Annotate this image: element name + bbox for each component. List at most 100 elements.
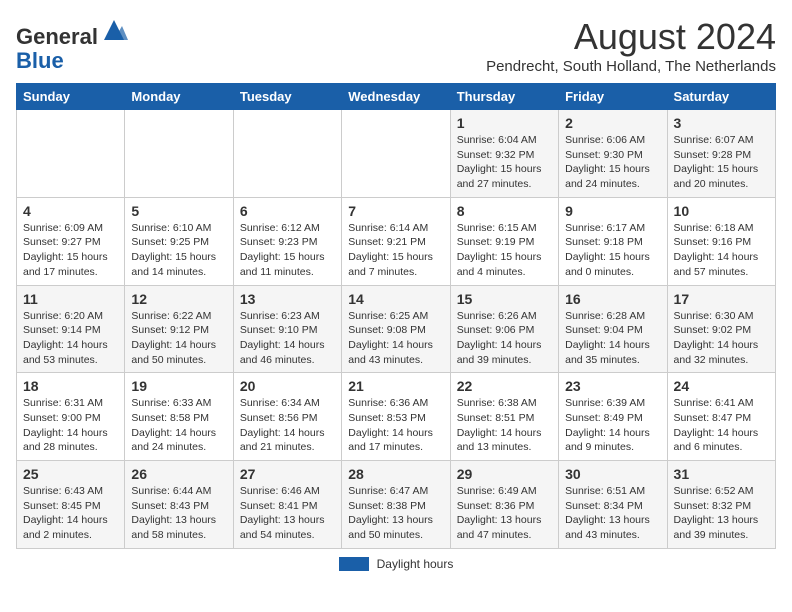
day-info: Sunrise: 6:17 AM Sunset: 9:18 PM Dayligh… — [565, 221, 660, 280]
day-cell: 1 Sunrise: 6:04 AM Sunset: 9:32 PM Daylig… — [450, 110, 558, 198]
day-info: Sunrise: 6:18 AM Sunset: 9:16 PM Dayligh… — [674, 221, 769, 280]
day-cell: 14Sunrise: 6:25 AM Sunset: 9:08 PM Dayli… — [342, 285, 450, 373]
day-number: 12 — [131, 291, 226, 307]
day-info: Sunrise: 6:49 AM Sunset: 8:36 PM Dayligh… — [457, 484, 552, 543]
day-info: Sunrise: 6:09 AM Sunset: 9:27 PM Dayligh… — [23, 221, 118, 280]
legend-label: Daylight hours — [377, 557, 454, 571]
calendar-table: SundayMondayTuesdayWednesdayThursdayFrid… — [16, 83, 776, 549]
day-number: 28 — [348, 466, 443, 482]
day-info: Sunrise: 6:38 AM Sunset: 8:51 PM Dayligh… — [457, 396, 552, 455]
col-header-monday: Monday — [125, 84, 233, 110]
day-info: Sunrise: 6:43 AM Sunset: 8:45 PM Dayligh… — [23, 484, 118, 543]
day-cell: 29Sunrise: 6:49 AM Sunset: 8:36 PM Dayli… — [450, 461, 558, 549]
legend-box — [339, 557, 369, 571]
day-number: 16 — [565, 291, 660, 307]
day-cell: 22 Sunrise: 6:38 AM Sunset: 8:51 PM Dayli… — [450, 373, 558, 461]
day-number: 19 — [131, 378, 226, 394]
day-cell: 11 Sunrise: 6:20 AM Sunset: 9:14 PM Dayli… — [17, 285, 125, 373]
day-number: 8 — [457, 203, 552, 219]
day-info: Sunrise: 6:04 AM Sunset: 9:32 PM Dayligh… — [457, 133, 552, 192]
day-cell: 6 Sunrise: 6:12 AM Sunset: 9:23 PM Daylig… — [233, 197, 341, 285]
col-header-saturday: Saturday — [667, 84, 775, 110]
day-info: Sunrise: 6:10 AM Sunset: 9:25 PM Dayligh… — [131, 221, 226, 280]
legend: Daylight hours — [16, 557, 776, 571]
day-info: Sunrise: 6:12 AM Sunset: 9:23 PM Dayligh… — [240, 221, 335, 280]
day-cell: 3 Sunrise: 6:07 AM Sunset: 9:28 PM Daylig… — [667, 110, 775, 198]
day-info: Sunrise: 6:51 AM Sunset: 8:34 PM Dayligh… — [565, 484, 660, 543]
day-cell — [125, 110, 233, 198]
day-number: 2 — [565, 115, 660, 131]
day-info: Sunrise: 6:07 AM Sunset: 9:28 PM Dayligh… — [674, 133, 769, 192]
day-number: 24 — [674, 378, 769, 394]
day-number: 15 — [457, 291, 552, 307]
day-info: Sunrise: 6:06 AM Sunset: 9:30 PM Dayligh… — [565, 133, 660, 192]
day-number: 23 — [565, 378, 660, 394]
day-info: Sunrise: 6:30 AM Sunset: 9:02 PM Dayligh… — [674, 309, 769, 368]
day-info: Sunrise: 6:20 AM Sunset: 9:14 PM Dayligh… — [23, 309, 118, 368]
day-cell: 12Sunrise: 6:22 AM Sunset: 9:12 PM Dayli… — [125, 285, 233, 373]
day-number: 10 — [674, 203, 769, 219]
day-number: 27 — [240, 466, 335, 482]
day-number: 25 — [23, 466, 118, 482]
day-number: 4 — [23, 203, 118, 219]
col-header-friday: Friday — [559, 84, 667, 110]
day-number: 22 — [457, 378, 552, 394]
day-cell: 4 Sunrise: 6:09 AM Sunset: 9:27 PM Daylig… — [17, 197, 125, 285]
week-row-2: 4 Sunrise: 6:09 AM Sunset: 9:27 PM Daylig… — [17, 197, 776, 285]
day-info: Sunrise: 6:23 AM Sunset: 9:10 PM Dayligh… — [240, 309, 335, 368]
day-number: 6 — [240, 203, 335, 219]
day-cell: 27Sunrise: 6:46 AM Sunset: 8:41 PM Dayli… — [233, 461, 341, 549]
day-number: 13 — [240, 291, 335, 307]
day-cell: 25 Sunrise: 6:43 AM Sunset: 8:45 PM Dayli… — [17, 461, 125, 549]
day-cell: 2 Sunrise: 6:06 AM Sunset: 9:30 PM Daylig… — [559, 110, 667, 198]
day-info: Sunrise: 6:39 AM Sunset: 8:49 PM Dayligh… — [565, 396, 660, 455]
col-header-tuesday: Tuesday — [233, 84, 341, 110]
day-cell — [17, 110, 125, 198]
month-title: August 2024 — [486, 16, 776, 58]
day-cell: 30 Sunrise: 6:51 AM Sunset: 8:34 PM Dayli… — [559, 461, 667, 549]
day-info: Sunrise: 6:41 AM Sunset: 8:47 PM Dayligh… — [674, 396, 769, 455]
logo-general: General — [16, 24, 98, 49]
day-number: 18 — [23, 378, 118, 394]
day-number: 20 — [240, 378, 335, 394]
logo-blue: Blue — [16, 48, 64, 73]
day-cell: 28 Sunrise: 6:47 AM Sunset: 8:38 PM Dayli… — [342, 461, 450, 549]
logo-icon — [100, 16, 128, 44]
location: Pendrecht, South Holland, The Netherland… — [486, 58, 776, 75]
day-number: 30 — [565, 466, 660, 482]
day-number: 14 — [348, 291, 443, 307]
day-cell: 10 Sunrise: 6:18 AM Sunset: 9:16 PM Dayli… — [667, 197, 775, 285]
logo: General Blue — [16, 16, 128, 73]
day-info: Sunrise: 6:14 AM Sunset: 9:21 PM Dayligh… — [348, 221, 443, 280]
col-header-wednesday: Wednesday — [342, 84, 450, 110]
col-header-sunday: Sunday — [17, 84, 125, 110]
week-row-4: 18 Sunrise: 6:31 AM Sunset: 9:00 PM Dayli… — [17, 373, 776, 461]
day-cell: 20 Sunrise: 6:34 AM Sunset: 8:56 PM Dayli… — [233, 373, 341, 461]
day-cell — [233, 110, 341, 198]
day-number: 17 — [674, 291, 769, 307]
day-number: 11 — [23, 291, 118, 307]
day-cell: 5Sunrise: 6:10 AM Sunset: 9:25 PM Daylig… — [125, 197, 233, 285]
day-number: 9 — [565, 203, 660, 219]
day-info: Sunrise: 6:52 AM Sunset: 8:32 PM Dayligh… — [674, 484, 769, 543]
day-cell — [342, 110, 450, 198]
week-row-1: 1 Sunrise: 6:04 AM Sunset: 9:32 PM Daylig… — [17, 110, 776, 198]
day-info: Sunrise: 6:44 AM Sunset: 8:43 PM Dayligh… — [131, 484, 226, 543]
title-area: August 2024 Pendrecht, South Holland, Th… — [486, 16, 776, 75]
day-cell: 26Sunrise: 6:44 AM Sunset: 8:43 PM Dayli… — [125, 461, 233, 549]
day-number: 3 — [674, 115, 769, 131]
day-cell: 19Sunrise: 6:33 AM Sunset: 8:58 PM Dayli… — [125, 373, 233, 461]
day-info: Sunrise: 6:47 AM Sunset: 8:38 PM Dayligh… — [348, 484, 443, 543]
day-cell: 16 Sunrise: 6:28 AM Sunset: 9:04 PM Dayli… — [559, 285, 667, 373]
day-cell: 24 Sunrise: 6:41 AM Sunset: 8:47 PM Dayli… — [667, 373, 775, 461]
day-info: Sunrise: 6:34 AM Sunset: 8:56 PM Dayligh… — [240, 396, 335, 455]
day-cell: 8Sunrise: 6:15 AM Sunset: 9:19 PM Daylig… — [450, 197, 558, 285]
day-cell: 17 Sunrise: 6:30 AM Sunset: 9:02 PM Dayli… — [667, 285, 775, 373]
day-cell: 21Sunrise: 6:36 AM Sunset: 8:53 PM Dayli… — [342, 373, 450, 461]
day-cell: 13 Sunrise: 6:23 AM Sunset: 9:10 PM Dayli… — [233, 285, 341, 373]
day-number: 1 — [457, 115, 552, 131]
day-cell: 7 Sunrise: 6:14 AM Sunset: 9:21 PM Daylig… — [342, 197, 450, 285]
day-info: Sunrise: 6:31 AM Sunset: 9:00 PM Dayligh… — [23, 396, 118, 455]
day-number: 7 — [348, 203, 443, 219]
day-info: Sunrise: 6:28 AM Sunset: 9:04 PM Dayligh… — [565, 309, 660, 368]
